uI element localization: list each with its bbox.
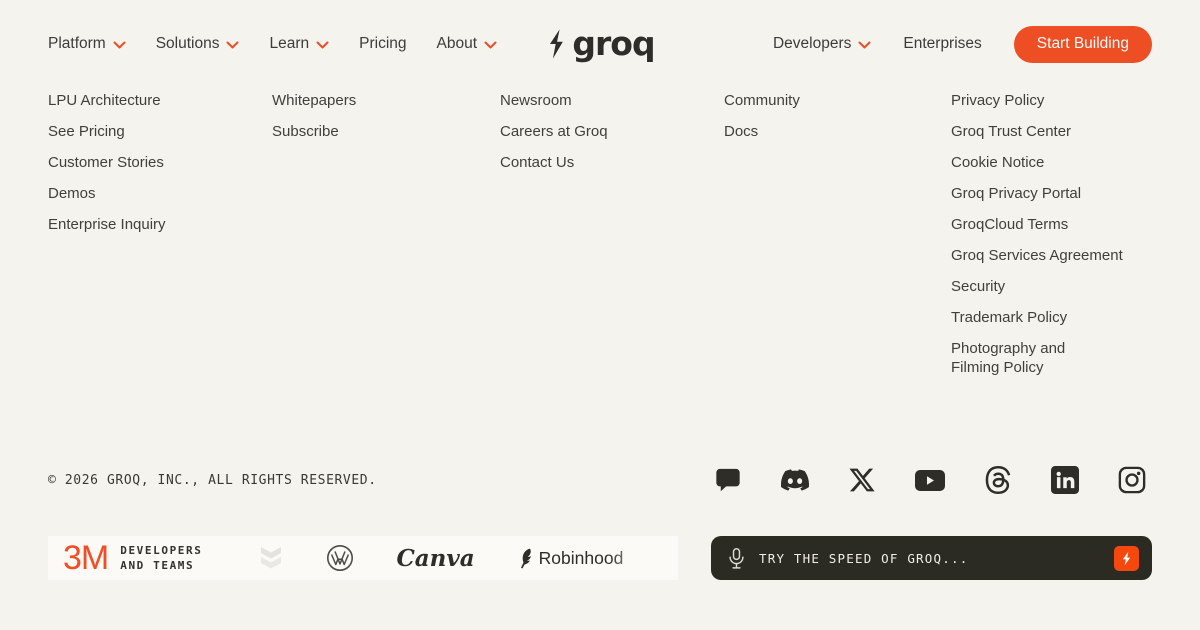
chevron-down-icon	[858, 41, 871, 49]
chevron-down-icon	[316, 41, 329, 49]
customer-logo-ticker: 3M DEVELOPERS AND TEAMS Canva Robinhood …	[48, 536, 678, 580]
volkswagen-logo	[326, 544, 354, 572]
try-groq-voice-bar[interactable]: TRY THE SPEED OF GROQ...	[711, 536, 1152, 580]
footer-link-groqcloud-terms[interactable]: GroqCloud Terms	[951, 215, 1068, 234]
nav-item-developers[interactable]: Developers	[773, 35, 871, 53]
groq-logo[interactable]: groq	[545, 24, 654, 64]
footer-column-platform: LPU Architecture See Pricing Customer St…	[48, 91, 272, 389]
instagram-icon[interactable]	[1118, 466, 1146, 494]
developer-count-label: DEVELOPERS AND TEAMS	[120, 543, 202, 573]
nav-item-label: Solutions	[156, 35, 220, 53]
nav-item-enterprises[interactable]: Enterprises	[903, 35, 981, 53]
footer-link-trademark-policy[interactable]: Trademark Policy	[951, 308, 1067, 327]
footer-link-lpu-architecture[interactable]: LPU Architecture	[48, 91, 161, 110]
footer-bottom-row: © 2026 GROQ, INC., ALL RIGHTS RESERVED.	[48, 462, 1146, 498]
footer-column-developers: Community Docs	[724, 91, 951, 389]
threads-icon[interactable]	[984, 466, 1012, 494]
footer-link-columns: LPU Architecture See Pricing Customer St…	[48, 91, 1152, 389]
start-building-button[interactable]: Start Building	[1014, 26, 1152, 63]
nav-right-group: Developers Enterprises Start Building	[773, 26, 1152, 63]
linkedin-icon[interactable]	[1051, 466, 1079, 494]
footer-column-resources: Whitepapers Subscribe	[272, 91, 500, 389]
bottom-strips: 3M DEVELOPERS AND TEAMS Canva Robinhood …	[48, 536, 1152, 580]
footer-link-photography-policy[interactable]: Photography and Filming Policy	[951, 339, 1101, 377]
lightning-bolt-icon	[1121, 551, 1132, 566]
footer-column-legal: Privacy Policy Groq Trust Center Cookie …	[951, 91, 1152, 389]
footer-link-security[interactable]: Security	[951, 277, 1005, 296]
nav-item-learn[interactable]: Learn	[269, 35, 329, 53]
nav-item-label: Learn	[269, 35, 309, 53]
nav-item-label: Pricing	[359, 35, 406, 53]
footer-link-demos[interactable]: Demos	[48, 184, 96, 203]
x-icon[interactable]	[848, 466, 876, 494]
footer-link-enterprise-inquiry[interactable]: Enterprise Inquiry	[48, 215, 166, 234]
microphone-icon[interactable]	[728, 547, 745, 570]
footer-link-newsroom[interactable]: Newsroom	[500, 91, 572, 110]
footer-link-contact-us[interactable]: Contact Us	[500, 153, 574, 172]
top-navigation: Platform Solutions Learn Pricing About g…	[0, 0, 1200, 88]
nav-item-platform[interactable]: Platform	[48, 35, 126, 53]
riot-fist-icon	[665, 548, 678, 568]
youtube-icon[interactable]	[915, 470, 945, 491]
footer-link-privacy-policy[interactable]: Privacy Policy	[951, 91, 1044, 110]
footer-link-cookie-notice[interactable]: Cookie Notice	[951, 153, 1044, 172]
copyright-text: © 2026 GROQ, INC., ALL RIGHTS RESERVED.	[48, 473, 377, 488]
nav-item-label: Enterprises	[903, 35, 981, 53]
voice-bar-placeholder: TRY THE SPEED OF GROQ...	[759, 551, 1114, 566]
footer-link-community[interactable]: Community	[724, 91, 800, 110]
footer-link-privacy-portal[interactable]: Groq Privacy Portal	[951, 184, 1081, 203]
footer-link-careers[interactable]: Careers at Groq	[500, 122, 608, 141]
footer-link-customer-stories[interactable]: Customer Stories	[48, 153, 164, 172]
developer-count: 3M	[63, 538, 108, 578]
nav-item-about[interactable]: About	[437, 35, 498, 53]
nav-item-label: Developers	[773, 35, 851, 53]
footer-link-whitepapers[interactable]: Whitepapers	[272, 91, 356, 110]
nav-item-solutions[interactable]: Solutions	[156, 35, 240, 53]
nav-left-group: Platform Solutions Learn Pricing About	[48, 35, 497, 53]
footer-link-subscribe[interactable]: Subscribe	[272, 122, 339, 141]
social-links	[714, 466, 1146, 494]
footer-link-docs[interactable]: Docs	[724, 122, 758, 141]
robinhood-logo: Robinhood	[517, 548, 624, 569]
chevron-down-icon	[226, 41, 239, 49]
footer-link-see-pricing[interactable]: See Pricing	[48, 122, 125, 141]
chevron-down-icon	[484, 41, 497, 49]
nav-item-label: Platform	[48, 35, 106, 53]
nav-item-pricing[interactable]: Pricing	[359, 35, 406, 53]
chat-icon[interactable]	[714, 466, 742, 494]
chevron-logo	[258, 544, 284, 572]
robinhood-feather-icon	[517, 548, 533, 569]
footer-link-trust-center[interactable]: Groq Trust Center	[951, 122, 1071, 141]
lightning-bolt-icon	[545, 27, 567, 61]
chevron-down-icon	[113, 41, 126, 49]
discord-icon[interactable]	[781, 466, 809, 494]
nav-item-label: About	[437, 35, 478, 53]
footer-link-services-agreement[interactable]: Groq Services Agreement	[951, 246, 1123, 265]
groq-wordmark: groq	[572, 24, 654, 64]
riot-games-logo: RIO GA	[665, 548, 678, 568]
canva-logo: Canva	[396, 545, 474, 572]
footer-column-company: Newsroom Careers at Groq Contact Us	[500, 91, 724, 389]
customer-logos: Canva Robinhood RIO GA	[258, 544, 678, 572]
voice-submit-button[interactable]	[1114, 546, 1139, 571]
